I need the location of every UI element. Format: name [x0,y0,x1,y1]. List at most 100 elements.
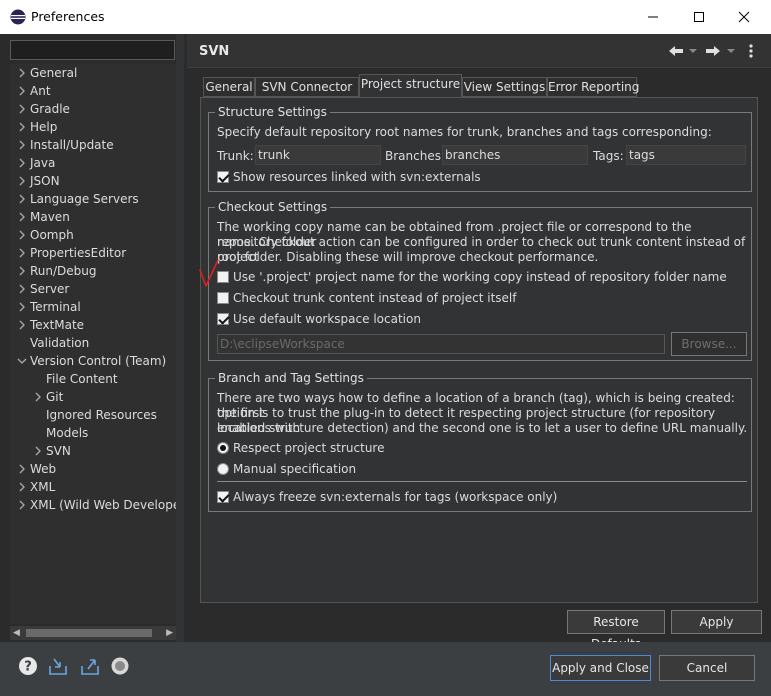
tree-item-label: Web [30,462,57,476]
chevron-right-icon[interactable] [16,100,28,118]
cancel-button[interactable]: Cancel [659,655,755,681]
apply-button[interactable]: Apply [671,610,762,634]
tree-item-label: Help [30,120,58,134]
tree-item[interactable]: File Content [46,370,118,388]
manual-specification-radio[interactable] [217,463,229,475]
use-project-name-label[interactable]: Use '.project' project name for the work… [233,270,727,285]
tree-item[interactable]: SVN [35,442,71,460]
oomph-icon[interactable] [110,656,130,676]
show-externals-label[interactable]: Show resources linked with svn:externals [233,170,481,185]
import-icon[interactable] [48,656,68,676]
back-arrow-icon[interactable] [667,43,685,59]
tree-item-label: Maven [30,210,70,224]
tab-error-reporting[interactable]: Error Reporting [547,77,639,97]
minimize-button[interactable] [630,4,676,30]
tree-item[interactable]: XML (Wild Web Developer) [19,496,176,514]
help-icon[interactable]: ? [18,656,38,676]
respect-structure-radio[interactable] [217,442,229,454]
tree-item[interactable]: Language Servers [19,190,139,208]
tree-item[interactable]: XML [19,478,55,496]
chevron-down-icon[interactable] [16,352,28,370]
horizontal-scrollbar[interactable]: ◀ ▶ [10,626,176,640]
chevron-right-icon[interactable] [16,226,28,244]
tab-general[interactable]: General [203,77,255,97]
export-icon[interactable] [80,656,100,676]
maximize-button[interactable] [676,4,722,30]
tree-item[interactable]: Models [46,424,88,442]
tree-item[interactable]: TextMate [19,316,85,334]
forward-arrow-icon[interactable] [704,43,722,59]
scroll-right-icon[interactable]: ▶ [166,628,173,638]
chevron-right-icon[interactable] [16,298,28,316]
tree-item-label: Run/Debug [30,264,97,278]
tab-svn-connector[interactable]: SVN Connector [255,77,359,97]
tree-item[interactable]: Validation [30,334,89,352]
tree-item[interactable]: Java [19,154,55,172]
filter-input[interactable] [10,40,175,60]
scroll-left-icon[interactable]: ◀ [13,628,20,638]
chevron-right-icon[interactable] [16,82,28,100]
chevron-right-icon[interactable] [32,388,44,406]
chevron-right-icon[interactable] [16,496,28,514]
chevron-right-icon[interactable] [16,280,28,298]
freeze-externals-checkbox[interactable] [217,491,229,503]
tab-project-structure[interactable]: Project structure [359,74,462,98]
use-default-workspace-checkbox[interactable] [217,313,229,325]
respect-structure-label[interactable]: Respect project structure [233,441,384,456]
structure-settings-group: Structure Settings Specify default repos… [208,104,752,192]
tree-item[interactable]: JSON [19,172,60,190]
close-button[interactable] [721,4,767,30]
tree-item[interactable]: Server [19,280,69,298]
checkout-trunk-label[interactable]: Checkout trunk content instead of projec… [233,291,516,306]
tree-item[interactable]: Terminal [19,298,81,316]
tags-input[interactable]: tags [626,145,746,165]
use-default-workspace-label[interactable]: Use default workspace location [233,312,421,327]
chevron-right-icon[interactable] [16,244,28,262]
manual-specification-label[interactable]: Manual specification [233,462,356,477]
eclipse-icon [10,9,26,25]
window-titlebar: Preferences [0,0,771,34]
tree-item[interactable]: Ant [19,82,51,100]
preference-page: SVN General SVN Connector Project struct… [187,34,771,651]
tree-item[interactable]: Help [19,118,58,136]
back-menu-icon[interactable] [688,43,698,59]
branches-input[interactable]: branches [442,145,588,165]
tree-item[interactable]: PropertiesEditor [19,244,126,262]
chevron-right-icon[interactable] [16,478,28,496]
tab-view-settings[interactable]: View Settings [462,77,547,97]
chevron-right-icon[interactable] [16,154,28,172]
browse-button: Browse... [671,332,747,356]
tree-item[interactable]: Web [19,460,57,478]
restore-defaults-button[interactable]: Restore Defaults [567,610,665,651]
chevron-right-icon[interactable] [32,442,44,460]
tree-item[interactable]: General [19,64,77,82]
tree-item[interactable]: Version Control (Team) [17,352,166,370]
trunk-input[interactable]: trunk [255,145,381,165]
tree-item[interactable]: Gradle [19,100,70,118]
scrollbar-thumb[interactable] [26,629,152,637]
forward-menu-icon[interactable] [726,43,736,59]
checkout-trunk-checkbox[interactable] [217,292,229,304]
freeze-externals-label[interactable]: Always freeze svn:externals for tags (wo… [233,490,557,505]
branches-label: Branches: [385,149,446,163]
show-externals-checkbox[interactable] [217,171,229,183]
tree-item-label: TextMate [30,318,85,332]
chevron-right-icon[interactable] [16,190,28,208]
view-menu-icon[interactable] [744,43,758,59]
tree-item[interactable]: Install/Update [19,136,114,154]
tree-item[interactable]: Ignored Resources [46,406,157,424]
tree-item[interactable]: Git [35,388,63,406]
chevron-right-icon[interactable] [16,460,28,478]
chevron-right-icon[interactable] [16,208,28,226]
tree-item[interactable]: Run/Debug [19,262,97,280]
apply-and-close-button[interactable]: Apply and Close [550,655,651,681]
tree-item[interactable]: Oomph [19,226,74,244]
chevron-right-icon[interactable] [16,136,28,154]
tree-item[interactable]: Maven [19,208,70,226]
chevron-right-icon[interactable] [16,172,28,190]
chevron-right-icon[interactable] [16,316,28,334]
sidebar-divider[interactable] [176,34,184,642]
chevron-right-icon[interactable] [16,118,28,136]
chevron-right-icon[interactable] [16,64,28,82]
chevron-right-icon[interactable] [16,262,28,280]
